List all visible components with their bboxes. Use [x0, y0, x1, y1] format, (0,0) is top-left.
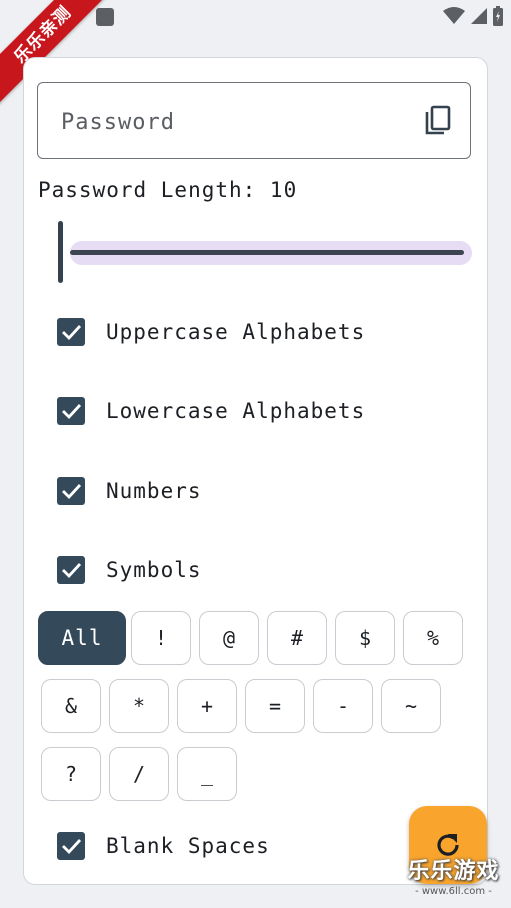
signal-icon [471, 8, 487, 24]
password-length-label: Password Length: 10 [38, 178, 298, 202]
option-label: Blank Spaces [106, 834, 270, 858]
symbol-chip-all[interactable]: All [38, 611, 126, 665]
slider-active-track [70, 250, 464, 255]
option-lowercase[interactable]: Lowercase Alphabets [57, 396, 365, 426]
wifi-icon [443, 7, 465, 24]
notification-icon [96, 8, 114, 26]
password-field[interactable]: Password [37, 82, 471, 159]
option-label: Symbols [106, 558, 202, 582]
symbol-chip[interactable]: ? [41, 747, 101, 801]
symbol-chip[interactable]: = [245, 679, 305, 733]
refresh-icon [437, 834, 459, 856]
check-icon[interactable] [57, 556, 85, 584]
watermark-brand: 乐乐游戏 [407, 859, 500, 884]
option-label: Uppercase Alphabets [106, 320, 366, 344]
check-icon[interactable] [57, 318, 85, 346]
symbol-chip[interactable]: - [313, 679, 373, 733]
option-blank-spaces[interactable]: Blank Spaces [57, 831, 270, 861]
symbol-chip[interactable]: % [403, 611, 463, 665]
copy-icon[interactable] [422, 104, 456, 138]
symbol-chip[interactable]: # [267, 611, 327, 665]
status-icons [443, 6, 503, 26]
option-numbers[interactable]: Numbers [57, 476, 202, 506]
symbol-chip[interactable]: & [41, 679, 101, 733]
length-slider[interactable] [56, 221, 474, 283]
watermark-logo: 乐乐游戏 - www.6ll.com - [396, 858, 511, 908]
symbol-chip[interactable]: / [109, 747, 169, 801]
option-label: Lowercase Alphabets [106, 399, 366, 423]
symbol-chip[interactable]: ~ [381, 679, 441, 733]
symbol-chip[interactable]: ! [131, 611, 191, 665]
check-icon[interactable] [57, 832, 85, 860]
battery-icon [493, 6, 503, 26]
option-label: Numbers [106, 479, 202, 503]
symbol-chip[interactable]: _ [177, 747, 237, 801]
option-symbols[interactable]: Symbols [57, 555, 202, 585]
symbol-chip[interactable]: * [109, 679, 169, 733]
check-icon[interactable] [57, 477, 85, 505]
symbol-chip[interactable]: + [177, 679, 237, 733]
option-uppercase[interactable]: Uppercase Alphabets [57, 317, 365, 347]
watermark-url: - www.6ll.com - [415, 886, 492, 897]
password-placeholder: Password [61, 110, 175, 135]
symbol-chip[interactable]: @ [199, 611, 259, 665]
slider-thumb[interactable] [58, 221, 63, 283]
symbol-chip[interactable]: $ [335, 611, 395, 665]
check-icon[interactable] [57, 397, 85, 425]
